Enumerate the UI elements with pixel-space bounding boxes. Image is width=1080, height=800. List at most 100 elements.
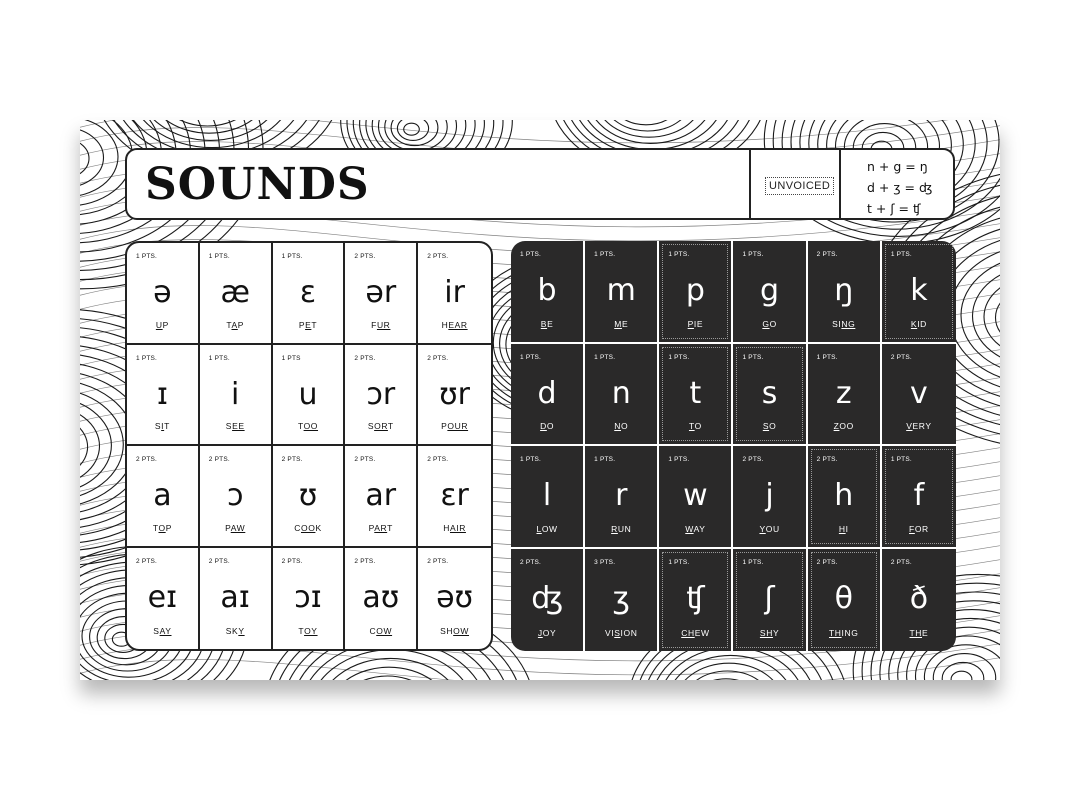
vowel-tile[interactable]: 2 PTS. ɔ PAW [199,446,273,548]
vowel-tile[interactable]: 2 PTS. aʊ COW [345,547,419,649]
vowel-tile[interactable]: 2 PTS. ir HEAR [418,243,491,345]
vowel-tile[interactable]: 2 PTS. ʊ COOK [272,446,346,548]
points-label: 1 PTS. [520,456,542,463]
example-word: HI [808,524,880,534]
consonant-tile[interactable]: 1 PTS. r RUN [585,446,660,549]
vowel-tile[interactable]: 2 PTS. ɔɪ TOY [273,547,346,649]
consonant-sounds-panel: 1 PTS. b BE 1 PTS. m ME 1 PTS. p PIE 1 PTS. g GO 2 P… [511,241,956,651]
points-label: 2 PTS. [816,251,838,258]
vowel-tile[interactable]: 2 PTS. ɛr HAIR [418,446,491,548]
word-part: O [621,421,629,431]
highlighted-letters: W [685,523,694,534]
example-word: TAP [200,320,271,330]
vowel-tile[interactable]: 2 PTS. a TOP [127,446,200,548]
highlighted-letters: D [540,421,547,431]
example-word: SAY [127,626,198,636]
example-word: YOU [733,524,805,534]
consonant-tile[interactable]: 1 PTS. w WAY [659,446,734,549]
vowel-tile[interactable]: 1 PTS u TOO [272,344,346,446]
word-part: VI [605,628,615,638]
consonant-tile[interactable]: 1 PTS. p PIE [659,241,734,344]
word-part: T [311,319,318,330]
phonetic-symbol: g [760,273,780,308]
highlighted-letters: CH [681,628,695,638]
word-part: E [621,318,629,329]
points-label: 1 PTS. [668,456,690,463]
consonant-tile[interactable]: 1 PTS. k KID [881,241,956,344]
highlighted-letters: OUR [447,421,469,431]
phonetic-symbol: j [765,478,774,513]
consonant-tile[interactable]: 2 PTS. ð THE [882,549,956,652]
vowel-tile[interactable]: 1 PTS. ɪ SIT [127,344,200,446]
consonant-tile[interactable]: 1 PTS. f FOR [881,446,956,549]
points-label: 1 PTS. [281,253,303,260]
vowel-tile[interactable]: 2 PTS. ɔr SORT [345,344,419,446]
phonetic-symbol: d [537,375,557,411]
example-word: ZOO [808,421,880,431]
header-divider [839,150,841,218]
consonant-tile[interactable]: 1 PTS. d DO [511,343,586,446]
highlighted-letters: OW [376,626,393,636]
points-label: 1 PTS. [594,251,616,258]
example-word: LOW [511,524,583,534]
example-word: DO [511,421,583,431]
example-word: TO [659,421,731,431]
phonetic-symbol: ir [444,275,465,310]
vowel-tile[interactable]: 2 PTS. eɪ SAY [127,547,200,649]
consonant-tile[interactable]: 1 PTS. m ME [585,241,660,344]
points-label: 2 PTS. [354,354,376,362]
vowel-tile[interactable]: 2 PTS. ər FUR [345,243,419,345]
vowel-tile[interactable]: 2 PTS. ʊr POUR [418,345,491,446]
phonetic-symbol: u [298,376,318,412]
points-label: 3 PTS. [594,558,616,566]
vowel-tile[interactable]: 1 PTS. i SEE [199,344,273,446]
points-label: 1 PTS. [668,353,690,361]
phonetic-symbol: ʃ [764,580,775,616]
points-label: 2 PTS. [816,558,838,566]
phonetic-symbol: ʊr [439,376,471,412]
phonetic-symbol: s [761,375,778,411]
consonant-tile[interactable]: 2 PTS. h HI [807,446,882,549]
points-label: 1 PTS. [208,354,230,362]
word-part: C [294,522,301,533]
vowel-tile[interactable]: 1 PTS. ə UP [127,243,200,345]
consonant-tile[interactable]: 3 PTS. ʒ VISION [585,548,660,651]
vowel-tile[interactable]: 1 PTS. ɛ PET [272,243,346,345]
points-label: 2 PTS. [281,456,303,463]
highlighted-letters: M [614,318,622,329]
consonant-tile[interactable]: 1 PTS. s SO [733,343,808,446]
consonant-tile[interactable]: 2 PTS. ŋ SING [807,241,882,344]
points-label: 2 PTS. [427,557,449,565]
example-word: ME [585,319,657,329]
word-part: K [315,522,322,533]
consonant-tile[interactable]: 1 PTS. b BE [511,241,586,344]
consonant-tile[interactable]: 1 PTS. n NO [585,343,660,446]
consonant-tile[interactable]: 1 PTS. t TO [659,343,734,446]
consonant-tile[interactable]: 1 PTS. g GO [733,241,808,344]
consonant-tile[interactable]: 1 PTS. ʃ SHY [733,548,808,651]
phonetic-symbol: ŋ [834,273,854,308]
example-word: CHEW [659,628,731,638]
phonetic-symbol: h [834,478,854,513]
consonant-tile[interactable]: 2 PTS. v VERY [881,344,956,446]
example-word: COW [345,626,416,636]
vowel-tile[interactable]: 2 PTS. ar PART [345,446,419,548]
word-part: OU [765,523,780,534]
example-word: SIT [127,421,198,431]
example-word: SEE [200,421,271,431]
example-word: JOY [511,628,583,638]
consonant-tile[interactable]: 2 PTS. ʤ JOY [511,548,586,651]
consonant-tile[interactable]: 2 PTS. θ THING [808,548,882,651]
highlighted-letters: R [611,523,618,534]
phonetic-symbol: aʊ [362,579,400,615]
consonant-tile[interactable]: 1 PTS. l LOW [511,446,586,549]
consonant-tile[interactable]: 1 PTS. z ZOO [807,343,882,446]
vowel-tile[interactable]: 2 PTS. əʊ SHOW [418,548,491,650]
vowel-tile[interactable]: 2 PTS. aɪ SKY [200,547,273,649]
vowel-tile[interactable]: 1 PTS. æ TAP [199,243,273,345]
phonetic-symbol: ə [153,275,172,310]
example-word: HEAR [418,320,491,330]
consonant-tile[interactable]: 2 PTS. j YOU [733,446,808,549]
phonetic-symbol: b [537,273,557,308]
consonant-tile[interactable]: 1 PTS. ʧ CHEW [659,548,734,651]
